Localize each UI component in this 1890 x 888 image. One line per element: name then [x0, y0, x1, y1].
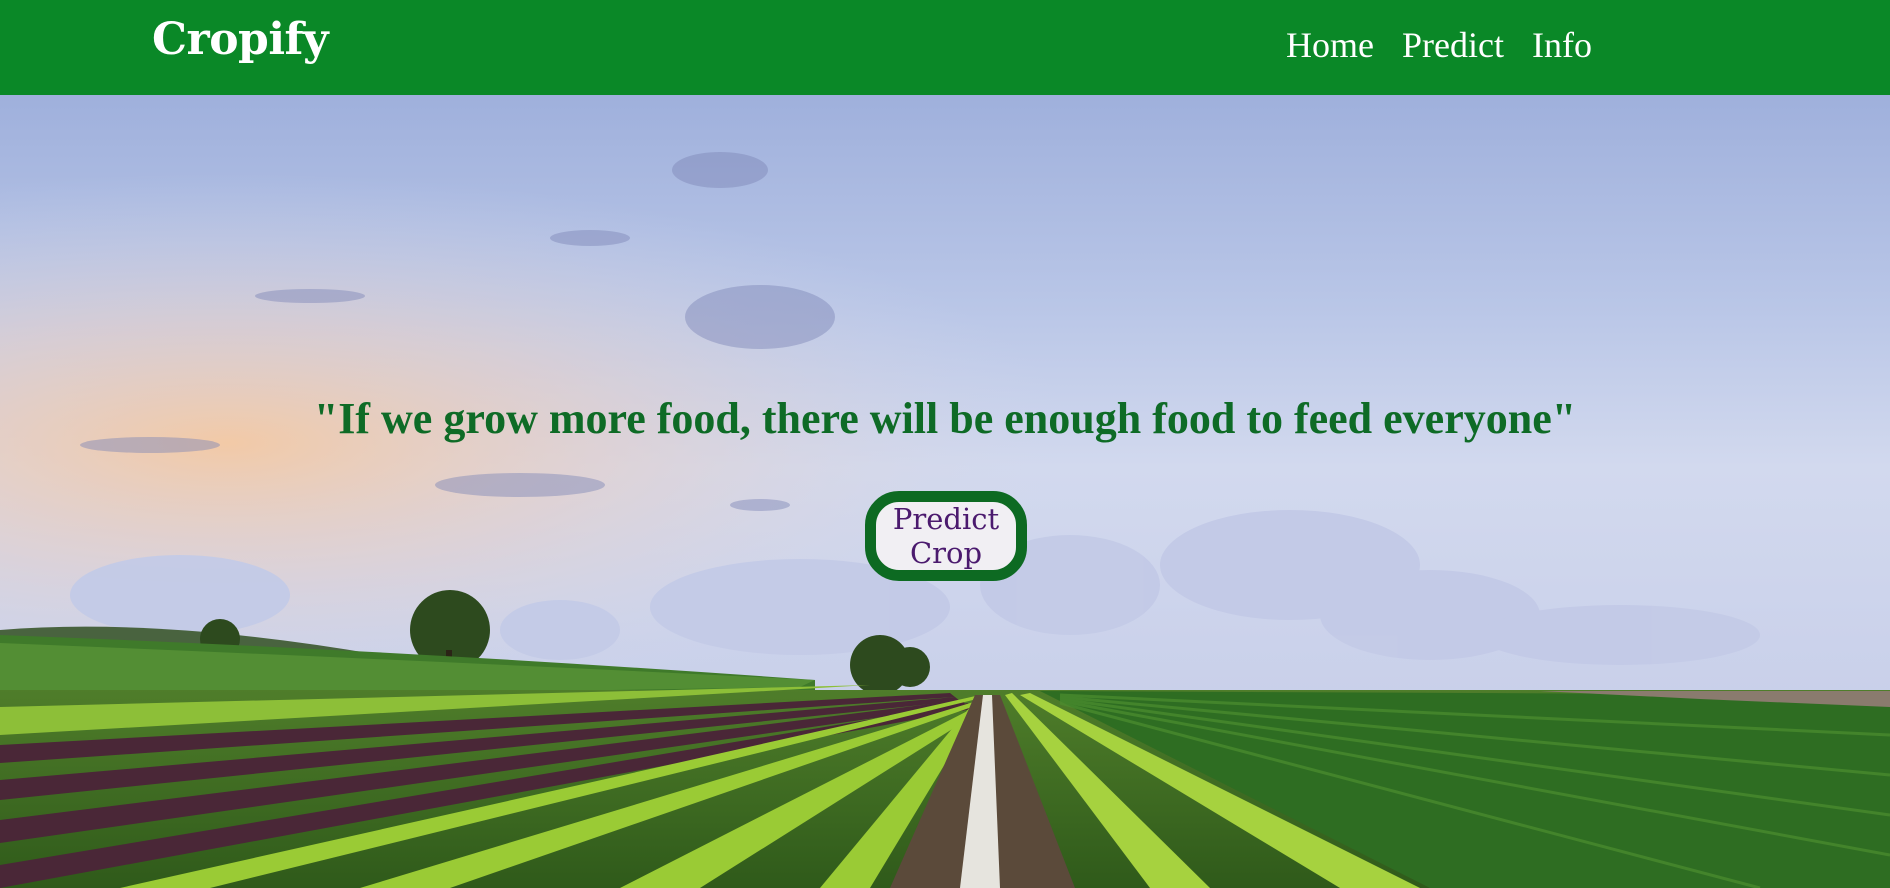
hero-section: "If we grow more food, there will be eno…: [0, 95, 1890, 888]
nav-link-predict[interactable]: Predict: [1402, 24, 1504, 66]
hero-quote: "If we grow more food, there will be eno…: [313, 394, 1577, 443]
nav-links: Home Predict Info: [1286, 24, 1592, 66]
nav-link-info[interactable]: Info: [1532, 24, 1592, 66]
navbar: Cropify Home Predict Info: [0, 0, 1890, 95]
brand-logo[interactable]: Cropify: [152, 14, 329, 65]
nav-link-home[interactable]: Home: [1286, 24, 1374, 66]
predict-crop-button[interactable]: Predict Crop: [865, 491, 1027, 581]
